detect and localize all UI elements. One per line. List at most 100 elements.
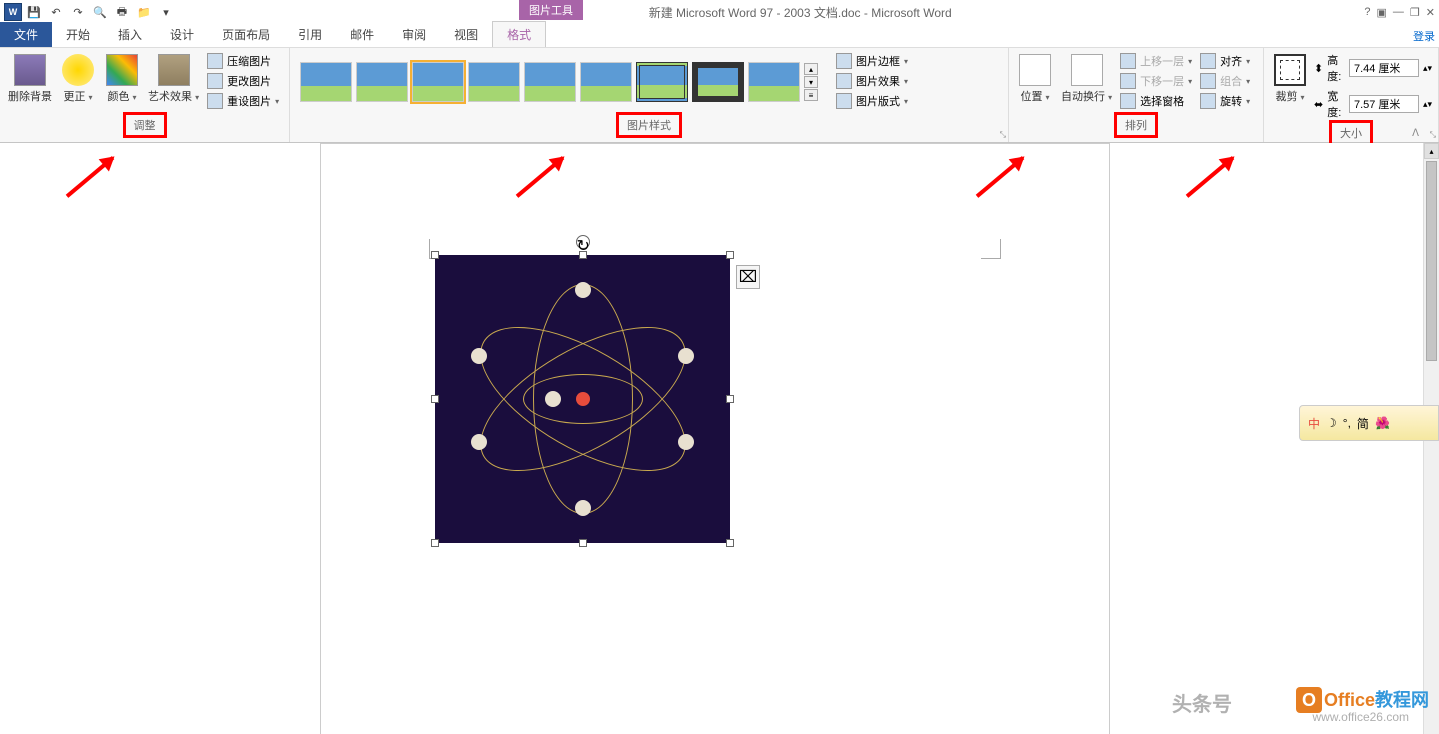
resize-handle-ne[interactable] <box>726 251 734 259</box>
style-item-4[interactable] <box>468 62 520 102</box>
resize-handle-se[interactable] <box>726 539 734 547</box>
align-button[interactable]: 对齐 ▾ <box>1198 52 1252 70</box>
gallery-up-icon[interactable]: ▴ <box>804 63 818 75</box>
gallery-down-icon[interactable]: ▾ <box>804 76 818 88</box>
word-app-icon[interactable]: W <box>4 3 22 21</box>
redo-icon[interactable]: ↷ <box>68 2 88 22</box>
style-item-7[interactable] <box>636 62 688 102</box>
remove-background-button[interactable]: 删除背景 <box>6 52 54 112</box>
selection-label: 选择窗格 <box>1140 93 1184 109</box>
styles-dialog-launcher-icon[interactable]: ⤡ <box>1000 130 1006 140</box>
style-item-1[interactable] <box>300 62 352 102</box>
reset-icon <box>207 93 223 109</box>
rotate-button[interactable]: 旋转 ▾ <box>1198 92 1252 110</box>
style-item-9[interactable] <box>748 62 800 102</box>
tab-design[interactable]: 设计 <box>156 22 208 47</box>
style-item-2[interactable] <box>356 62 408 102</box>
resize-handle-n[interactable] <box>579 251 587 259</box>
tab-review[interactable]: 审阅 <box>388 22 440 47</box>
open-icon[interactable]: 📁 <box>134 2 154 22</box>
tab-insert[interactable]: 插入 <box>104 22 156 47</box>
forward-label: 上移一层 <box>1140 53 1184 69</box>
change-picture-button[interactable]: 更改图片 <box>205 72 281 90</box>
save-icon[interactable]: 💾 <box>24 2 44 22</box>
resize-handle-e[interactable] <box>726 395 734 403</box>
ime-comma-icon[interactable]: °, <box>1343 416 1351 430</box>
tab-file[interactable]: 文件 <box>0 22 52 47</box>
wrap-label: 自动换行 ▾ <box>1061 88 1112 104</box>
resize-handle-s[interactable] <box>579 539 587 547</box>
crop-button[interactable]: 裁剪 ▾ <box>1270 52 1310 120</box>
height-input[interactable] <box>1349 59 1419 77</box>
resize-handle-nw[interactable] <box>431 251 439 259</box>
compress-pictures-button[interactable]: 压缩图片 <box>205 52 281 70</box>
gallery-more-icon[interactable]: ≡ <box>804 89 818 101</box>
restore-icon[interactable]: ❐ <box>1410 6 1420 19</box>
login-link[interactable]: 登录 <box>1413 28 1435 44</box>
minimize-icon[interactable]: — <box>1393 6 1404 18</box>
reset-picture-button[interactable]: 重设图片 ▾ <box>205 92 281 110</box>
style-item-5[interactable] <box>524 62 576 102</box>
tab-home[interactable]: 开始 <box>52 22 104 47</box>
rotate-handle-icon[interactable]: ↻ <box>576 235 590 249</box>
picture-layout-button[interactable]: 图片版式 ▾ <box>834 92 910 110</box>
color-button[interactable]: 颜色 ▾ <box>102 52 142 112</box>
ime-moon-icon[interactable]: ☽ <box>1326 416 1337 430</box>
send-backward-button[interactable]: 下移一层 ▾ <box>1118 72 1194 90</box>
tab-references[interactable]: 引用 <box>284 22 336 47</box>
layout-options-icon[interactable]: ⌧ <box>736 265 760 289</box>
height-spinner-icon[interactable]: ▴▾ <box>1423 63 1432 74</box>
border-label: 图片边框 <box>856 53 900 69</box>
quick-access-toolbar: W 💾 ↶ ↷ 🔍 🖶 📁 ▾ <box>4 2 176 22</box>
wrap-text-button[interactable]: 自动换行 ▾ <box>1059 52 1114 112</box>
scroll-up-icon[interactable]: ▴ <box>1424 143 1439 159</box>
ime-toolbar[interactable]: 中 ☽ °, 简 🌺 <box>1299 405 1439 441</box>
crop-label: 裁剪 ▾ <box>1275 88 1304 104</box>
style-item-3[interactable] <box>412 62 464 102</box>
style-item-8[interactable] <box>692 62 744 102</box>
remove-bg-label: 删除背景 <box>8 88 52 104</box>
print-preview-icon[interactable]: 🔍 <box>90 2 110 22</box>
ime-flower-icon: 🌺 <box>1375 416 1390 430</box>
width-spinner-icon[interactable]: ▴▾ <box>1423 99 1432 110</box>
width-input[interactable] <box>1349 95 1419 113</box>
position-icon <box>1019 54 1051 86</box>
tab-view[interactable]: 视图 <box>440 22 492 47</box>
size-dialog-launcher-icon[interactable]: ⤡ <box>1430 130 1436 140</box>
style-item-6[interactable] <box>580 62 632 102</box>
tab-mailings[interactable]: 邮件 <box>336 22 388 47</box>
collapse-ribbon-icon[interactable]: ᐱ <box>1412 128 1419 139</box>
title-center: 新建 Microsoft Word 97 - 2003 文档.doc - Mic… <box>176 4 1364 21</box>
ribbon: 删除背景 更正 ▾ 颜色 ▾ 艺术效果 ▾ 压缩图片 更改图片 重设图片 ▾ 调… <box>0 48 1439 143</box>
undo-icon[interactable]: ↶ <box>46 2 66 22</box>
corrections-button[interactable]: 更正 ▾ <box>58 52 98 112</box>
resize-handle-w[interactable] <box>431 395 439 403</box>
position-button[interactable]: 位置 ▾ <box>1015 52 1055 112</box>
watermark-url: www.office26.com <box>1313 710 1410 724</box>
bring-forward-button[interactable]: 上移一层 ▾ <box>1118 52 1194 70</box>
pic-layout-label: 图片版式 <box>856 93 900 109</box>
tab-layout[interactable]: 页面布局 <box>208 22 284 47</box>
picture-effects-button[interactable]: 图片效果 ▾ <box>834 72 910 90</box>
document-title: 新建 Microsoft Word 97 - 2003 文档.doc - Mic… <box>649 4 952 21</box>
group-button[interactable]: 组合 ▾ <box>1198 72 1252 90</box>
tab-format[interactable]: 格式 <box>492 21 546 47</box>
quick-print-icon[interactable]: 🖶 <box>112 2 132 22</box>
ime-mode-icon[interactable]: 简 <box>1357 415 1369 432</box>
customize-qat-icon[interactable]: ▾ <box>156 2 176 22</box>
group-icon <box>1200 73 1216 89</box>
align-label: 对齐 <box>1220 53 1242 69</box>
crop-icon <box>1274 54 1306 86</box>
close-icon[interactable]: ✕ <box>1426 6 1435 19</box>
scroll-thumb[interactable] <box>1426 161 1437 361</box>
remove-bg-icon <box>14 54 46 86</box>
ime-lang-icon[interactable]: 中 <box>1308 415 1320 432</box>
picture-border-button[interactable]: 图片边框 ▾ <box>834 52 910 70</box>
help-icon[interactable]: ? <box>1364 6 1370 18</box>
artistic-effects-button[interactable]: 艺术效果 ▾ <box>146 52 201 112</box>
resize-handle-sw[interactable] <box>431 539 439 547</box>
selected-picture[interactable]: ↻ ⌧ <box>435 255 730 543</box>
selection-pane-button[interactable]: 选择窗格 <box>1118 92 1194 110</box>
ribbon-options-icon[interactable]: ▣ <box>1377 6 1387 19</box>
rotate-label: 旋转 <box>1220 93 1242 109</box>
